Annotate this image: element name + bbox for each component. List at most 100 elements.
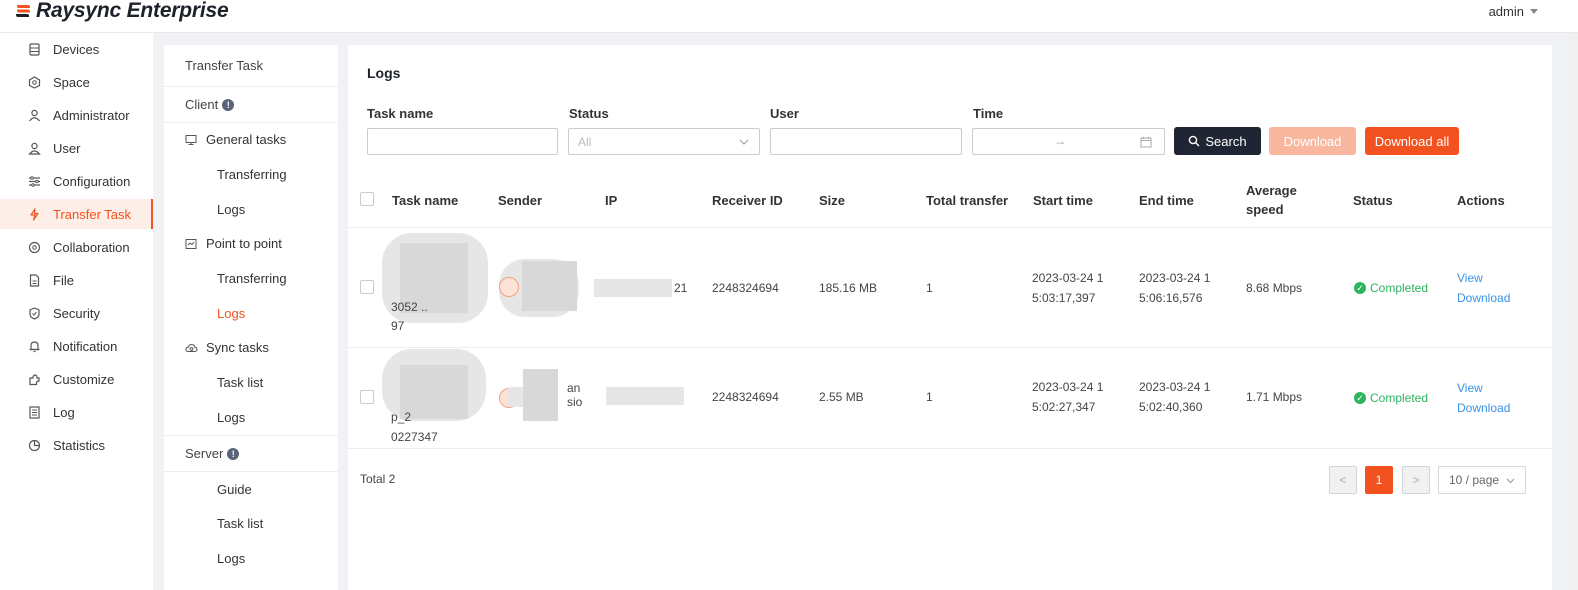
sidebar-item-notification[interactable]: Notification [0,331,153,361]
subnav-sync-task-list[interactable]: Task list [164,365,338,400]
sidebar-item-statistics[interactable]: Statistics [0,430,153,460]
time-label: Time [973,106,1004,121]
column-header[interactable]: Receiver ID [712,191,783,210]
time-range-separator: → [1054,134,1066,148]
info-icon[interactable]: ! [227,447,240,460]
subnav-p2p-transferring[interactable]: Transferring [164,261,338,296]
average-speed: 8.68 Mbps [1246,281,1303,295]
view-link[interactable]: View [1457,378,1483,398]
subnav-general-tasks[interactable]: General tasks [164,122,338,157]
page-size-select[interactable]: 10 / page [1438,466,1526,494]
end-time: 5:02:40,360 [1139,400,1203,414]
column-header[interactable]: Status [1353,191,1393,210]
sidebar-item-configuration[interactable]: Configuration [0,166,153,196]
subnav-p2p-logs[interactable]: Logs [164,296,338,331]
column-header[interactable]: Size [819,191,845,210]
redacted-sender [522,261,577,311]
user-label: User [770,106,799,121]
sidebar-item-label: Administrator [53,107,130,123]
user-name: admin [1488,4,1524,19]
subnav-sync-tasks[interactable]: Sync tasks [164,330,338,365]
download-all-button[interactable]: Download all [1365,127,1459,155]
subnav-server-guide[interactable]: Guide [164,472,338,507]
subnav-point-to-point[interactable]: Point to point [164,226,338,261]
column-header[interactable]: End time [1139,191,1194,210]
search-icon [1189,135,1200,147]
sidebar: Devices Space Administrator User Configu… [0,33,153,590]
redacted-ip [594,279,672,297]
calendar-icon [1140,136,1152,148]
devices-icon [29,42,40,56]
start-time: 5:03:17,397 [1032,291,1096,305]
subnav-general-transferring[interactable]: Transferring [164,157,338,192]
sidebar-item-administrator[interactable]: Administrator [0,100,153,130]
subnav-server-logs[interactable]: Logs [164,541,338,576]
status-badge: ✓ Completed [1354,278,1428,298]
row-checkbox[interactable] [360,390,374,404]
sidebar-item-space[interactable]: Space [0,67,153,97]
logo: Raysync Enterprise [14,0,229,22]
prev-page-button[interactable]: < [1329,466,1357,494]
column-header[interactable]: IP [605,191,617,210]
select-all-checkbox[interactable] [360,192,374,206]
column-header[interactable]: Start time [1033,191,1093,210]
time-range-picker[interactable]: → [972,128,1165,155]
column-header[interactable]: Task name [392,191,458,210]
scrollbar[interactable] [1568,33,1578,590]
sidebar-item-label: Devices [53,41,100,57]
download-link[interactable]: Download [1457,398,1510,418]
p2p-icon [185,238,197,249]
size: 185.16 MB [819,281,878,295]
column-header[interactable]: Average speed [1246,181,1310,219]
ip-fragment: 21 [674,281,688,295]
size: 2.55 MB [819,390,864,404]
column-header[interactable]: Actions [1457,191,1505,210]
row-checkbox[interactable] [360,280,374,294]
collaboration-icon [28,241,41,253]
chevron-down-icon [1530,9,1538,14]
sidebar-item-devices[interactable]: Devices [0,34,153,64]
view-link[interactable]: View [1457,268,1483,288]
sidebar-item-user[interactable]: User [0,133,153,163]
next-page-button[interactable]: > [1402,466,1430,494]
page-button[interactable]: 1 [1365,466,1393,494]
app-name: Raysync Enterprise [36,0,229,22]
page-title: Logs [367,65,401,81]
subnav-server-task-list[interactable]: Task list [164,506,338,541]
sidebar-item-file[interactable]: File [0,265,153,295]
task-name-label: Task name [367,106,434,121]
user-input[interactable] [770,128,962,155]
space-icon [28,75,41,89]
main-panel: Logs Task name Status All User Time → Se… [348,45,1552,590]
sidebar-item-collaboration[interactable]: Collaboration [0,232,153,262]
cloud-sync-icon [185,343,198,352]
column-header[interactable]: Sender [498,191,542,210]
sidebar-item-label: Log [53,404,75,420]
user-menu[interactable]: admin [1489,4,1538,19]
pie-chart-icon [28,439,41,451]
end-time: 2023-03-24 1 [1139,380,1211,394]
customize-icon [29,373,40,385]
column-header[interactable]: Total transfer [926,191,1008,210]
sender-avatar [499,277,519,297]
sidebar-item-security[interactable]: Security [0,298,153,328]
redacted-sender [523,369,558,421]
task-name-input[interactable] [367,128,558,155]
sidebar-item-customize[interactable]: Customize [0,364,153,394]
start-time: 2023-03-24 1 [1032,271,1104,285]
sidebar-item-log[interactable]: Log [0,397,153,427]
status-select-value: All [578,134,592,149]
sidebar-item-label: User [53,140,81,156]
subnav-sync-logs[interactable]: Logs [164,400,338,435]
status-select[interactable]: All [568,128,760,155]
info-icon[interactable]: ! [222,98,235,111]
subnav-general-logs[interactable]: Logs [164,192,338,227]
task-name-fragment: p_2 [391,410,412,424]
sidebar-item-transfer-task[interactable]: Transfer Task [0,199,153,229]
raysync-logo-icon [16,5,30,17]
search-button[interactable]: Search [1174,127,1261,155]
average-speed: 1.71 Mbps [1246,390,1303,404]
download-link[interactable]: Download [1457,288,1510,308]
download-button[interactable]: Download [1269,127,1356,155]
sender-fragment: sio [567,395,583,409]
